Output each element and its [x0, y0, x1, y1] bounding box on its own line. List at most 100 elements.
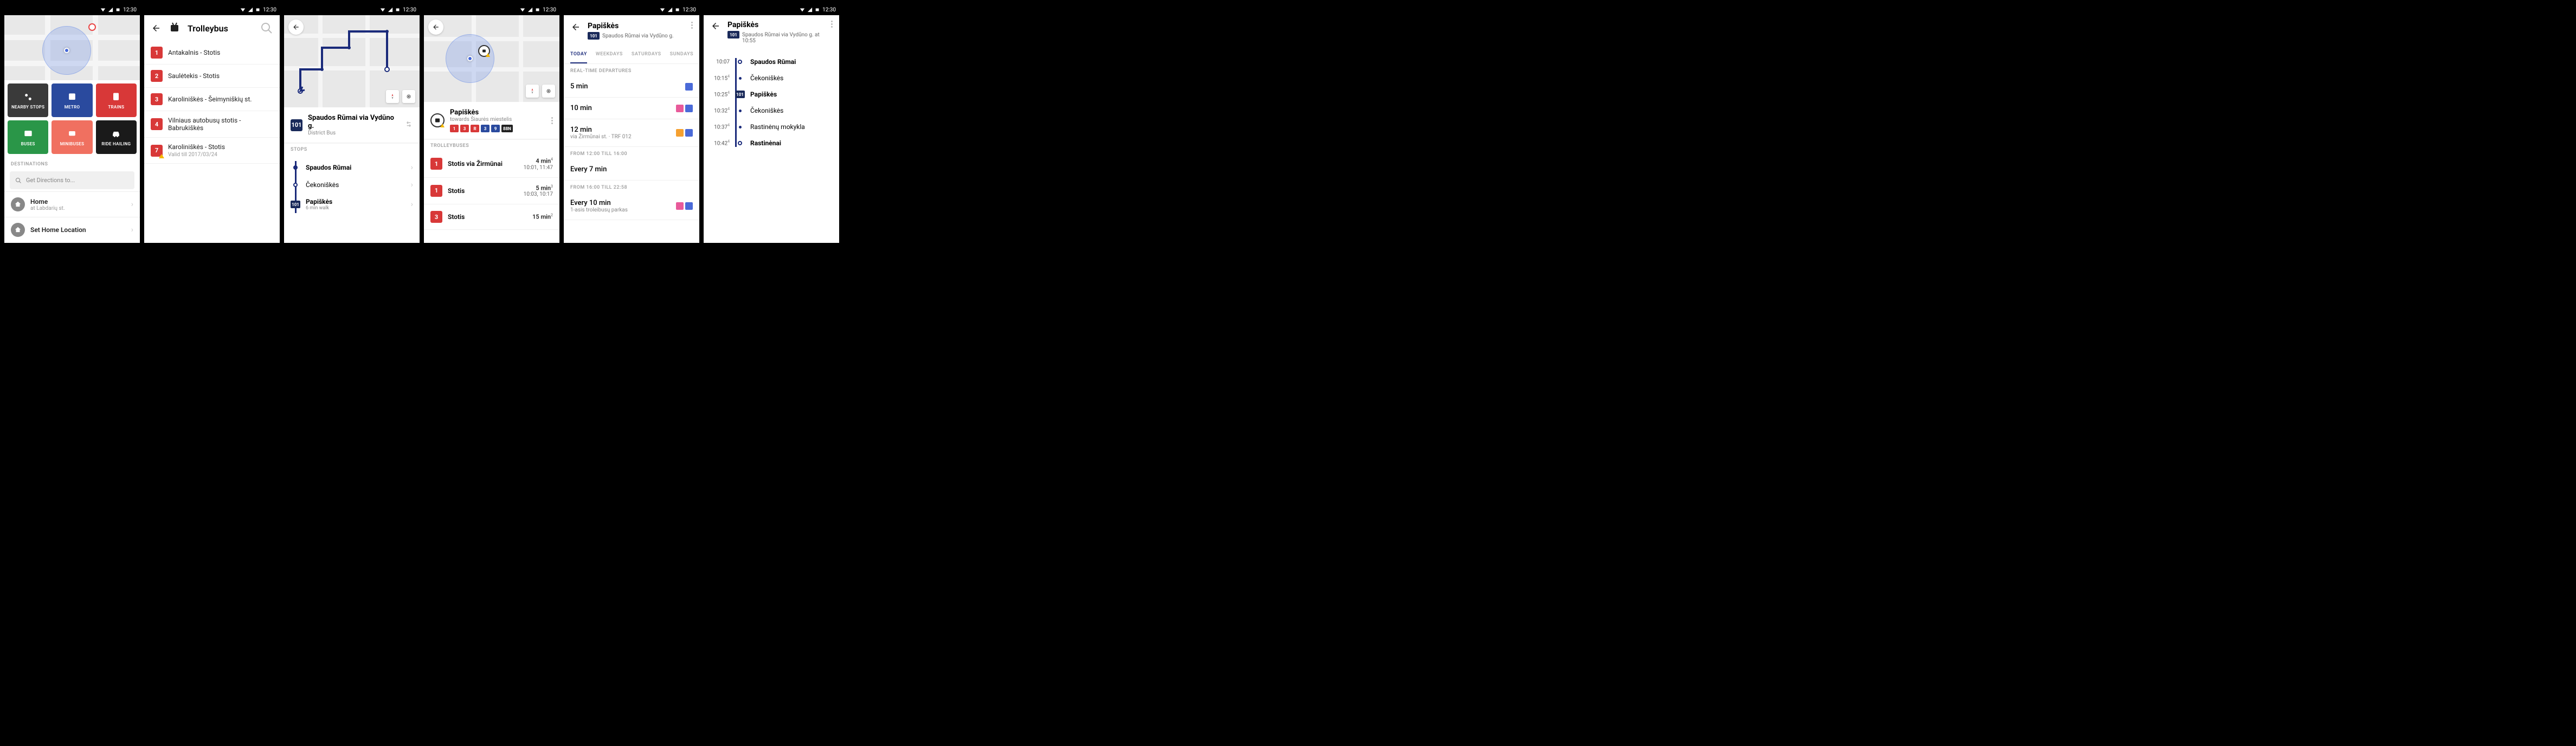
realtime-departure[interactable]: 12 minvia Žirmūnai st. · TRF 012: [564, 119, 699, 147]
signal-icon: [388, 7, 393, 12]
tab-weekdays[interactable]: WEEKDAYS: [596, 46, 623, 63]
back-button[interactable]: [151, 23, 162, 34]
tab-today[interactable]: TODAY: [570, 46, 587, 63]
back-button[interactable]: [570, 22, 581, 33]
route-map[interactable]: [284, 15, 420, 107]
stop-name: Čekoniškės: [750, 107, 833, 114]
trolleybus-icon: [168, 22, 181, 35]
stop-pin-icon[interactable]: [88, 23, 96, 31]
trip-stop[interactable]: 10:374Rastinėnų mokykla: [704, 119, 839, 135]
page-title: Papiškės: [588, 22, 685, 30]
route-row[interactable]: 2Saulėtekis - Stotis: [144, 65, 280, 88]
trip-stop[interactable]: 10:154Čekoniškės: [704, 70, 839, 86]
route-badges: 13R3988N: [450, 125, 546, 132]
schedule-row[interactable]: Every 7 min: [564, 159, 699, 181]
destination-set-home[interactable]: Set Home Location ›: [4, 217, 140, 242]
departure-time: 5 min: [570, 82, 685, 91]
stop-item[interactable]: 101Papiškės6 min walk›: [291, 194, 413, 215]
back-button[interactable]: [710, 21, 721, 31]
clock: 12:30: [123, 7, 137, 13]
destination-name: Stotis via Žirmūnai: [448, 160, 518, 168]
destination-home[interactable]: Homeat Labdarių st. ›: [4, 191, 140, 217]
tab-sundays[interactable]: SUNDAYS: [670, 46, 693, 63]
chevron-right-icon: ›: [411, 200, 413, 209]
locate-button[interactable]: [542, 85, 555, 98]
schedule-header: FROM 12:00 TILL 16:00: [564, 147, 699, 159]
realtime-departure[interactable]: 5 min: [564, 76, 699, 98]
arrival-time: 10:07: [710, 59, 730, 65]
line-badge: 9: [491, 125, 500, 132]
trip-stop[interactable]: 10:324Čekoniškės: [704, 102, 839, 119]
route-row[interactable]: 3Karoliniškės - Šeimyniškių st.: [144, 88, 280, 111]
depot: 1-asis troleibusų parkas: [570, 207, 676, 213]
stop-dot-icon: [738, 60, 742, 64]
feature-icon: [685, 83, 693, 91]
tile-trains[interactable]: TRAINS: [96, 83, 137, 117]
compass-button[interactable]: [386, 90, 399, 103]
overflow-menu[interactable]: [551, 117, 553, 124]
route-badge: 101: [727, 31, 739, 38]
tile-metro[interactable]: METRO: [51, 83, 92, 117]
frequency: Every 10 min: [570, 199, 676, 207]
realtime-departure[interactable]: 10 min: [564, 98, 699, 119]
stop-name: Rastinėnų mokykla: [750, 123, 833, 131]
search-input[interactable]: Get Directions to...: [10, 171, 134, 189]
departure-times: 10:01, 11:47: [524, 165, 553, 171]
departure-time: 10 min: [570, 104, 676, 112]
current-location-dot: [467, 56, 473, 61]
departure-row[interactable]: 1 Stotis via Žirmūnai 4 min410:01, 11:47: [424, 151, 559, 178]
destinations-label: DESTINATIONS: [4, 157, 140, 169]
status-bar: 12:30: [284, 4, 420, 15]
departure-row[interactable]: 3Stotis15 min2: [424, 204, 559, 230]
route-name: Vilniaus autobusų stotis - Babrukiškės: [168, 117, 273, 132]
tile-minibuses[interactable]: MINIBUSES: [51, 120, 92, 154]
route-name: Karoliniškės - Šeimyniškių st.: [168, 95, 273, 103]
overflow-menu[interactable]: [691, 22, 693, 29]
route-row[interactable]: 7Karoliniškės - StotisValid till 2017/03…: [144, 138, 280, 164]
screen-trip: 12:30 Papiškės 101 Spaudos Rūmai via Vyd…: [704, 4, 839, 243]
departure-time: 12 min: [570, 126, 676, 134]
stop-map[interactable]: [424, 15, 559, 102]
feature-icon: [676, 202, 684, 210]
route-badge: 101: [291, 201, 300, 208]
stops-label: STOPS: [284, 143, 420, 155]
clock: 12:30: [822, 7, 836, 13]
line-badge: 3: [481, 125, 490, 132]
tile-nearby-stops[interactable]: NEARBY STOPS: [8, 83, 48, 117]
tile-buses[interactable]: BUSES: [8, 120, 48, 154]
trip-subtitle: Spaudos Rūmai via Vydūno g. at 10:55: [742, 32, 825, 44]
wait-time: 4 min4: [524, 157, 553, 165]
departure-row[interactable]: 1Stotis5 min310:03, 10:17: [424, 178, 559, 205]
route-row[interactable]: 1Antakalnis - Stotis: [144, 41, 280, 65]
map[interactable]: [4, 15, 140, 80]
chevron-right-icon: ›: [131, 226, 133, 234]
locate-button[interactable]: [402, 90, 415, 103]
back-button[interactable]: [288, 20, 304, 35]
compass-button[interactable]: [526, 85, 539, 98]
header: Trolleybus: [144, 15, 280, 41]
page-title: Trolleybus: [188, 23, 254, 34]
route-validity: Valid till 2017/03/24: [168, 152, 273, 158]
search-button[interactable]: [260, 22, 273, 35]
route-header: 101 Spaudos Rūmai via Vydūno g. District…: [284, 107, 420, 143]
stop-item[interactable]: Čekoniškės›: [291, 176, 413, 194]
stop-marker-icon[interactable]: [478, 45, 490, 57]
day-tabs: TODAY WEEKDAYS SATURDAYS SUNDAYS: [564, 46, 699, 64]
realtime-label: REAL-TIME DEPARTURES: [564, 64, 699, 76]
swap-direction-button[interactable]: [404, 120, 413, 131]
status-bar: 12:30: [4, 4, 140, 15]
clock: 12:30: [263, 7, 276, 13]
trip-stop[interactable]: 10:07Spaudos Rūmai: [704, 54, 839, 70]
overflow-menu[interactable]: [831, 21, 833, 28]
clock: 12:30: [543, 7, 556, 13]
stop-item[interactable]: Spaudos Rūmai›: [291, 159, 413, 176]
trip-stop[interactable]: 10:254101Papiškės: [704, 86, 839, 102]
route-row[interactable]: 4Vilniaus autobusų stotis - Babrukiškės: [144, 111, 280, 138]
schedule-row[interactable]: Every 10 min1-asis troleibusų parkas: [564, 192, 699, 220]
back-button[interactable]: [428, 20, 443, 35]
tab-saturdays[interactable]: SATURDAYS: [632, 46, 661, 63]
route-badge: 101: [735, 91, 745, 98]
tile-ride-hailing[interactable]: RIDE HAILING: [96, 120, 137, 154]
route-number-badge: 1: [430, 158, 442, 170]
trip-stop[interactable]: 10:424Rastinėnai: [704, 135, 839, 151]
